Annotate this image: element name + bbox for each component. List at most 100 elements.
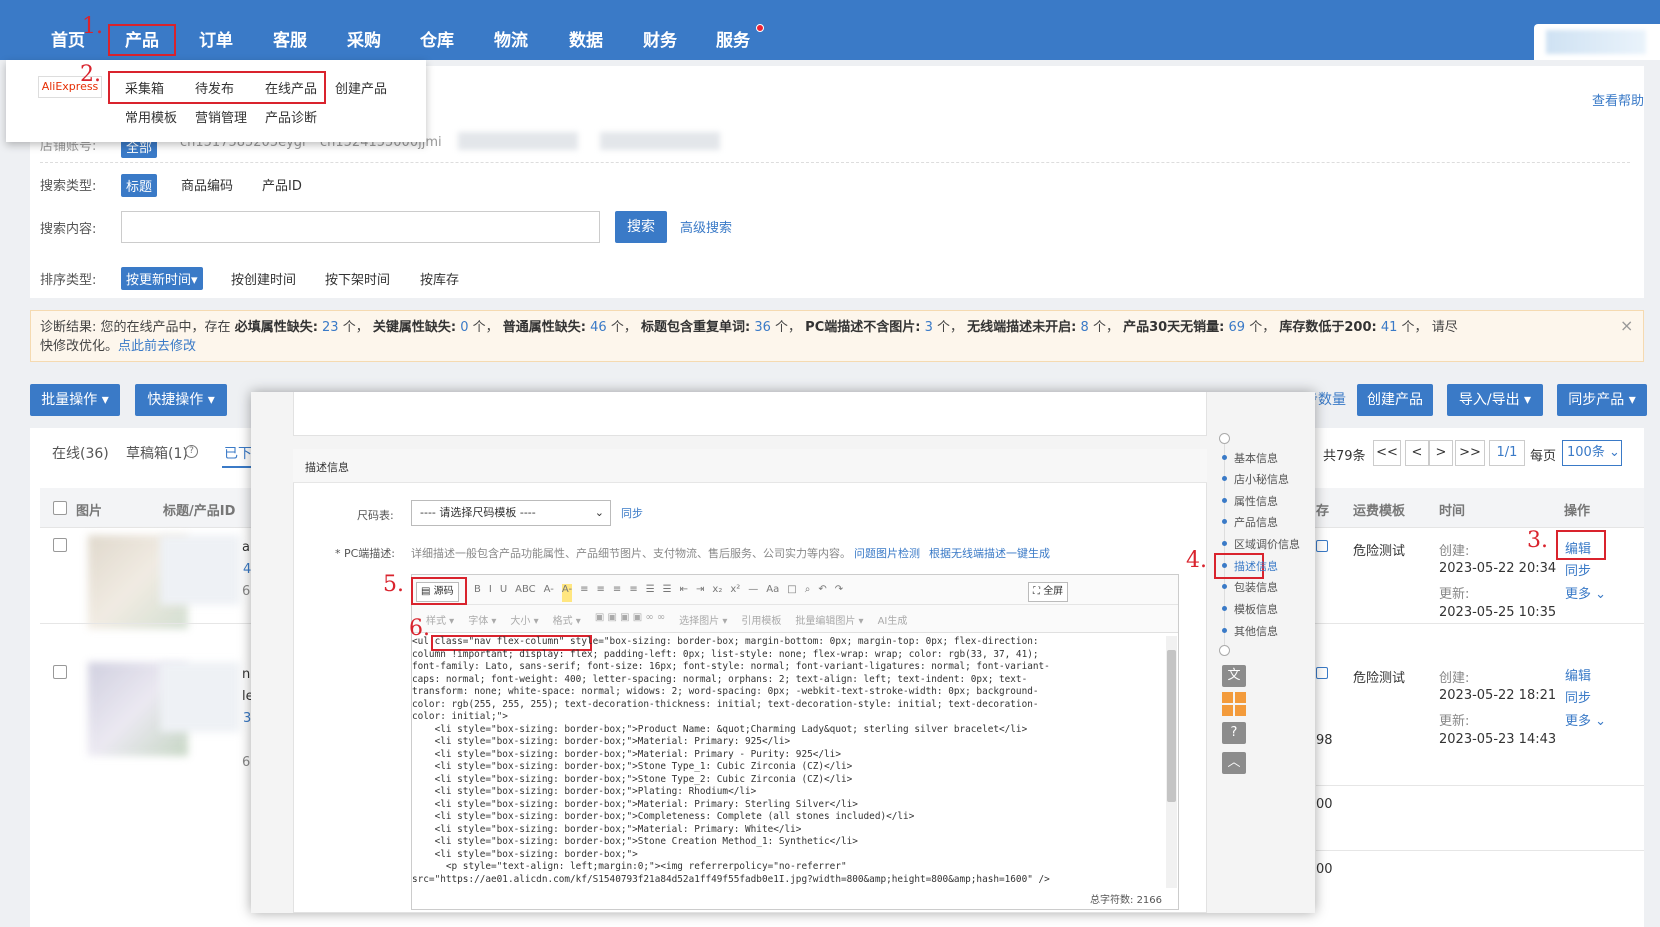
subscript-icon[interactable]: x₂ — [712, 584, 722, 602]
close-icon[interactable]: × — [1620, 316, 1633, 335]
font-color-icon[interactable]: A- — [544, 584, 554, 602]
search-input[interactable] — [121, 211, 600, 243]
pager-prev[interactable]: < — [1405, 440, 1429, 466]
menu-marketing[interactable]: 营销管理 — [195, 107, 247, 126]
source-code-textarea[interactable]: <ul class="nav flex-column" style="box-s… — [412, 636, 1166, 888]
fullscreen-button[interactable]: ⛶ 全屏 — [1028, 582, 1069, 602]
diag-item-count[interactable]: 3 — [925, 320, 933, 335]
menu-create-product[interactable]: 创建产品 — [335, 78, 387, 97]
import-export-button[interactable]: 导入/导出 ▾ — [1447, 384, 1543, 416]
nav-warehouse[interactable]: 仓库 — [413, 28, 461, 54]
side-nav-other[interactable]: 其他信息 — [1234, 623, 1278, 639]
per-page-select[interactable]: 100条 ⌄ — [1562, 440, 1622, 466]
tab-offline[interactable]: 已下 — [224, 443, 252, 463]
strikethrough-icon[interactable]: ABC — [515, 584, 536, 602]
create-product-button[interactable]: 创建产品 — [1357, 384, 1433, 416]
font-select[interactable]: 字体 ▾ — [468, 612, 496, 627]
edit-template-icon[interactable] — [1316, 540, 1328, 552]
nav-finance[interactable]: 财务 — [636, 28, 684, 54]
indent-icon[interactable]: ⇥ — [696, 584, 704, 602]
bulk-actions-button[interactable]: 批量操作 ▾ — [30, 384, 120, 416]
align-justify-icon[interactable]: ≡ — [629, 584, 637, 602]
help-circle-icon[interactable]: ? — [185, 445, 198, 458]
select-all-checkbox[interactable] — [53, 501, 67, 515]
diag-item-count[interactable]: 23 — [322, 320, 339, 335]
generate-from-mobile-link[interactable]: 根据无线端描述一键生成 — [929, 545, 1050, 561]
nav-products[interactable]: 产品 — [114, 28, 170, 54]
italic-icon[interactable]: I — [489, 584, 492, 602]
sync-products-button[interactable]: 同步产品 ▾ — [1557, 384, 1647, 416]
format-select[interactable]: 格式 ▾ — [553, 612, 581, 627]
advanced-search-link[interactable]: 高级搜索 — [680, 217, 732, 236]
editor-scroll-thumb[interactable] — [1167, 650, 1176, 802]
align-left-icon[interactable]: ≡ — [580, 584, 588, 602]
back-to-top-icon[interactable]: ︿ — [1222, 752, 1246, 774]
menu-product-diagnosis[interactable]: 产品诊断 — [265, 107, 317, 126]
quote-template-button[interactable]: 引用模板 — [741, 612, 781, 627]
sort-by-delisted[interactable]: 按下架时间 — [325, 269, 390, 288]
diag-item-count[interactable]: 41 — [1381, 320, 1398, 335]
fix-link[interactable]: 点此前去修改 — [118, 339, 196, 354]
nav-purchasing[interactable]: 采购 — [340, 28, 388, 54]
size-select[interactable]: 大小 ▾ — [510, 612, 538, 627]
sort-by-created[interactable]: 按创建时间 — [231, 269, 296, 288]
side-nav-packaging[interactable]: 包装信息 — [1234, 579, 1278, 595]
question-icon[interactable]: ? — [1222, 722, 1246, 744]
diag-item-count[interactable]: 69 — [1229, 320, 1246, 335]
image-check-link[interactable]: 问题图片检测 — [854, 545, 920, 561]
outdent-icon[interactable]: ⇤ — [680, 584, 688, 602]
translate-icon[interactable]: 文 — [1222, 665, 1246, 687]
pager-current-page[interactable]: 1/1 — [1489, 440, 1525, 466]
menu-online-products[interactable]: 在线产品 — [265, 78, 317, 97]
help-link[interactable]: 查看帮助 — [1592, 90, 1644, 109]
side-nav-dxm-info[interactable]: 店小秘信息 — [1234, 471, 1289, 487]
row-checkbox[interactable] — [53, 665, 67, 679]
style-select[interactable]: 样式 ▾ — [426, 612, 454, 627]
sync-link[interactable]: 同步 — [1565, 560, 1591, 579]
nav-data[interactable]: 数据 — [562, 28, 610, 54]
diag-item-count[interactable]: 8 — [1081, 320, 1089, 335]
menu-collection-box[interactable]: 采集箱 — [125, 78, 164, 97]
choose-image-select[interactable]: 选择图片 ▾ — [679, 612, 727, 627]
pager-next[interactable]: > — [1429, 440, 1453, 466]
size-chart-select[interactable]: ---- 请选择尺码模板 ---- ⌄ — [411, 500, 611, 526]
search-button[interactable]: 搜索 — [615, 211, 667, 243]
edit-template-icon[interactable] — [1316, 667, 1328, 679]
bold-icon[interactable]: B — [474, 584, 481, 602]
new-document-icon[interactable]: □ — [787, 584, 796, 602]
sort-by-updated[interactable]: 按更新时间▾ — [121, 267, 203, 290]
sort-by-stock[interactable]: 按库存 — [420, 269, 459, 288]
side-nav-basic-info[interactable]: 基本信息 — [1234, 450, 1278, 466]
diag-item-count[interactable]: 46 — [590, 320, 607, 335]
redo-icon[interactable]: ↷ — [835, 584, 843, 602]
source-code-button[interactable]: ▤ 源码 — [416, 582, 459, 602]
clear-format-icon[interactable]: Aa — [766, 584, 779, 602]
side-nav-attributes[interactable]: 属性信息 — [1234, 493, 1278, 509]
side-nav-description[interactable]: 描述信息 — [1234, 558, 1278, 574]
search-type-sku[interactable]: 商品编码 — [181, 175, 233, 194]
unordered-list-icon[interactable]: ☰ — [646, 584, 655, 602]
row-checkbox[interactable] — [53, 538, 67, 552]
nav-orders[interactable]: 订单 — [192, 28, 240, 54]
image-icons[interactable]: ▣ ▣ ▣ ▣ ∞ ∞ — [595, 612, 665, 627]
ai-generate-button[interactable]: AI生成 — [878, 612, 908, 627]
pager-first[interactable]: << — [1373, 440, 1401, 466]
tab-online[interactable]: 在线(36) — [52, 443, 109, 463]
preview-icon[interactable]: ⌕ — [805, 584, 811, 602]
superscript-icon[interactable]: x² — [730, 584, 740, 602]
search-type-title[interactable]: 标题 — [121, 174, 158, 197]
side-nav-regional-pricing[interactable]: 区域调价信息 — [1234, 536, 1300, 552]
calculator-icon[interactable] — [1222, 692, 1246, 716]
align-center-icon[interactable]: ≡ — [597, 584, 605, 602]
highlight-color-icon[interactable]: A- — [561, 584, 573, 602]
nav-services[interactable]: 服务 — [709, 28, 757, 54]
more-link[interactable]: 更多 ⌄ — [1565, 583, 1606, 602]
menu-common-templates[interactable]: 常用模板 — [125, 107, 177, 126]
batch-edit-images-select[interactable]: 批量编辑图片 ▾ — [795, 612, 863, 627]
tab-drafts[interactable]: 草稿箱(1) — [126, 443, 188, 463]
diag-item-count[interactable]: 36 — [754, 320, 771, 335]
size-chart-sync-link[interactable]: 同步 — [621, 505, 643, 521]
quick-actions-button[interactable]: 快捷操作 ▾ — [135, 384, 227, 416]
sync-link[interactable]: 同步 — [1565, 687, 1591, 706]
side-nav-product-info[interactable]: 产品信息 — [1234, 514, 1278, 530]
